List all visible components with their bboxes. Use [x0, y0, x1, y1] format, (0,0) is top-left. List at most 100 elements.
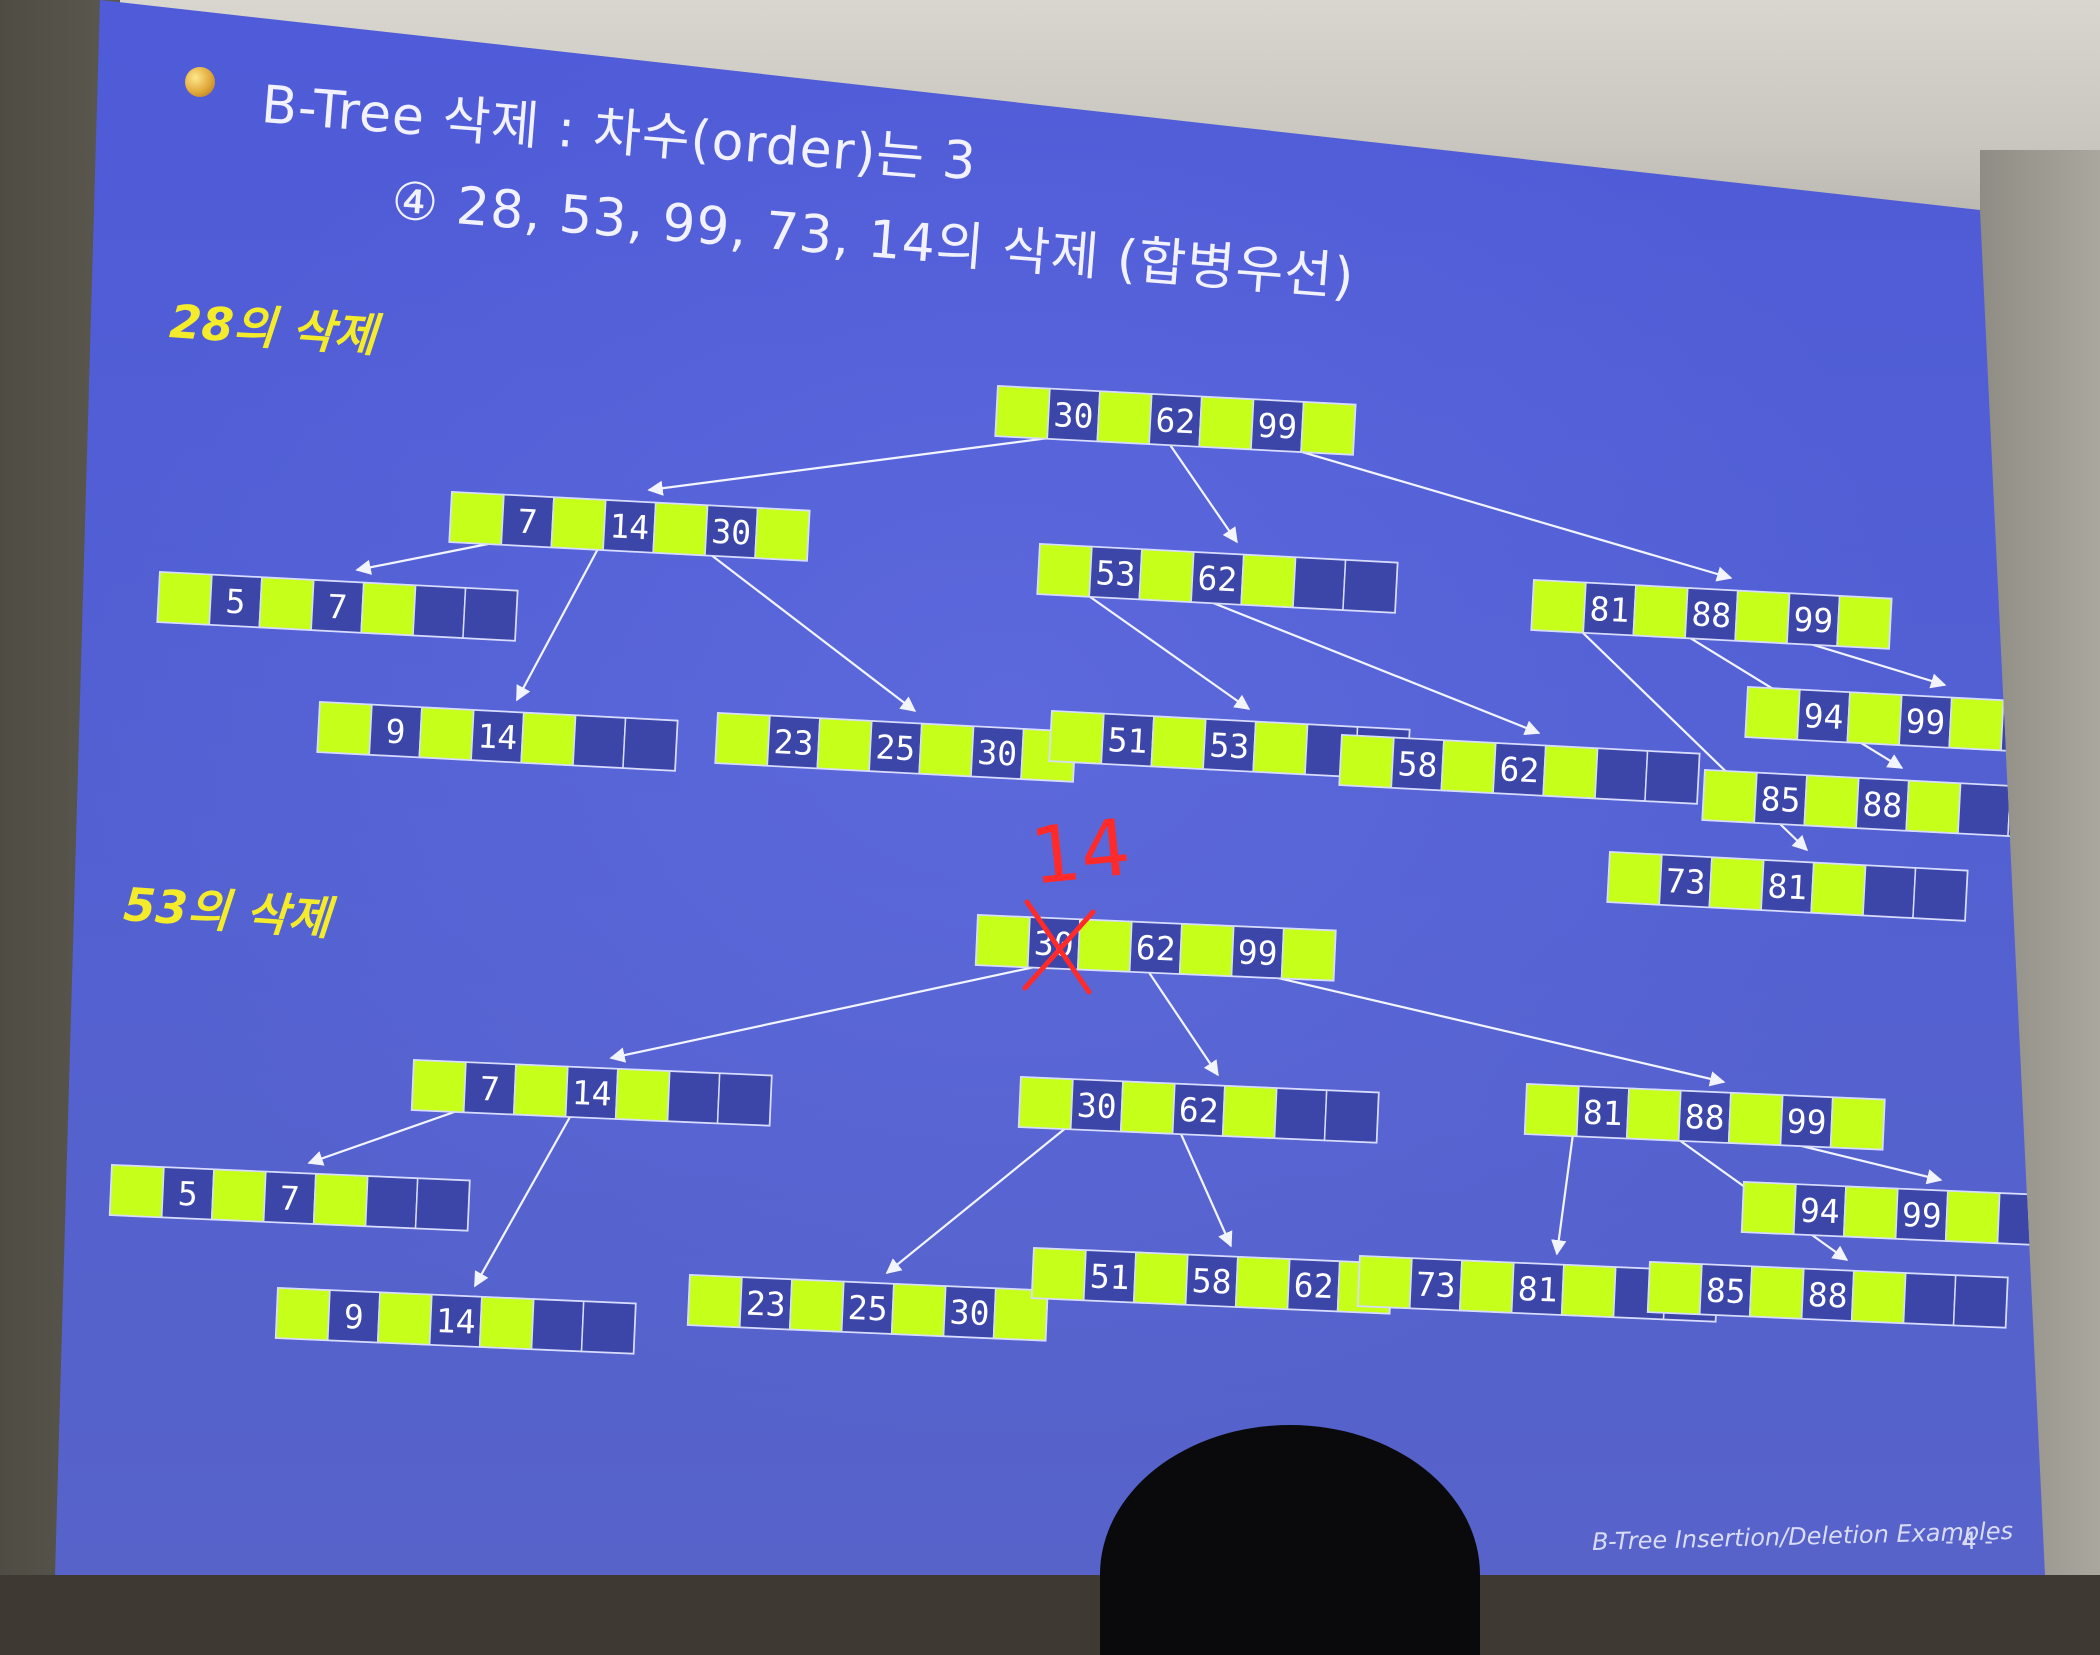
- diagram-2-node-n6: 23 25 30: [686, 1273, 1049, 1342]
- pointer-cell: [1625, 1087, 1682, 1142]
- pointer-cell: [1530, 579, 1587, 634]
- diagram-1-edge-root-n1: [647, 434, 1065, 496]
- diagram-2-node-n10-key-1: 99: [1901, 1195, 1942, 1236]
- pointer-cell: [411, 1059, 467, 1114]
- pointer-cell: [1178, 923, 1235, 977]
- empty-pointer-cell: [1644, 750, 1701, 805]
- diagram-1-edge-root-n2: [1165, 438, 1238, 544]
- pointer-cell: [258, 576, 315, 631]
- pointer-cell: [1850, 1270, 1907, 1324]
- diagram-2-node-root-key-1: 62: [1135, 928, 1176, 969]
- key-cell: [530, 1298, 585, 1353]
- key-cell: [572, 714, 627, 769]
- diagram-1-node-n2: 53 62: [1036, 542, 1399, 614]
- diagram-1-node-n5: 9 14: [316, 700, 679, 772]
- key-cell: [1862, 864, 1917, 919]
- diagram-1-node-n3: 81 88 99: [1530, 578, 1893, 650]
- projected-slide: B-Tree 삭제 : 차수(order)는 3 ④ 28, 53, 99, 7…: [55, 0, 2045, 1575]
- diagram-2-node-n3-key-0: 81: [1582, 1092, 1623, 1133]
- key-cell: [1594, 747, 1649, 802]
- pointer-cell: [1632, 584, 1689, 639]
- btree-diagrams: 30 62 997 14 3053 6281 88 995 79 14 23 25 30 51 53 58 62…: [108, 384, 2045, 1355]
- pointer-cell: [1138, 548, 1195, 603]
- pointer-cell: [448, 491, 505, 546]
- pointer-cell: [1727, 1092, 1784, 1146]
- diagram-2-edge-root-n1: [609, 963, 1045, 1063]
- pointer-cell: [1560, 1264, 1617, 1318]
- diagram-2-node-n9-key-0: 85: [1705, 1270, 1746, 1311]
- diagram-1-node-n4: 57: [156, 570, 519, 642]
- pointer-cell: [816, 717, 873, 772]
- diagram-1-node-root-key-0: 30: [1053, 395, 1095, 436]
- pointer-cell: [1031, 1247, 1087, 1302]
- pointer-cell: [1357, 1255, 1413, 1310]
- diagram-1-node-n3-key-1: 88: [1691, 594, 1733, 635]
- pointer-cell: [418, 706, 475, 761]
- empty-pointer-cell: [1323, 1089, 1380, 1144]
- diagram-1-node-n8-key-1: 62: [1499, 749, 1541, 790]
- diagram-1-node-n6: 23 25 30: [714, 711, 1077, 783]
- pointer-cell: [1829, 1096, 1886, 1151]
- diagram-1-node-root-key-1: 62: [1155, 400, 1197, 441]
- pointer-cell: [1076, 918, 1133, 973]
- diagram-2-node-n4: 57: [108, 1163, 471, 1232]
- pointer-cell: [1803, 774, 1860, 829]
- diagram-1-node-n10-key-0: 85: [1760, 779, 1802, 820]
- diagram-2-node-n3-key-1: 88: [1684, 1097, 1725, 1138]
- diagram-2-node-n5-key-1: 14: [435, 1301, 476, 1342]
- diagram-2-node-n5-key-0: 9: [343, 1297, 365, 1337]
- pointer-cell: [156, 571, 213, 626]
- diagram-2-node-n5: 9 14: [274, 1286, 637, 1355]
- diagram-2-node-n1: 7 14: [410, 1058, 773, 1127]
- pointer-cell: [1198, 395, 1255, 451]
- diagram-2-node-n7-key-0: 51: [1089, 1256, 1130, 1297]
- diagram-2-node-n3-key-2: 99: [1786, 1101, 1827, 1142]
- diagram-2-edge-root-n3: [1247, 969, 1726, 1087]
- diagram-2-node-root-key-2: 99: [1237, 932, 1278, 973]
- empty-pointer-cell: [462, 587, 519, 642]
- diagram-1-node-n9-key-0: 94: [1803, 696, 1845, 737]
- pointer-cell: [312, 1173, 369, 1227]
- key-cell: [1292, 556, 1347, 611]
- pointer-cell: [1280, 927, 1337, 982]
- key-cell: [1273, 1087, 1328, 1142]
- pointer-cell: [1842, 1185, 1899, 1240]
- diagram-1-node-n3-key-0: 81: [1589, 589, 1631, 630]
- empty-pointer-cell: [1952, 1274, 2009, 1329]
- page-number: - 4 -: [1945, 1527, 1993, 1555]
- pointer-cell: [714, 712, 771, 767]
- empty-pointer-cell: [414, 1177, 471, 1232]
- diagram-2-node-n6-key-2: 30: [949, 1292, 990, 1333]
- diagram-1-node-n1-key-1: 14: [609, 506, 651, 547]
- diagram-1-node-n3-key-2: 99: [1792, 600, 1834, 641]
- diagram-1-node-n9-key-1: 99: [1905, 701, 1947, 742]
- diagram-2-node-n4-key-0: 5: [177, 1174, 199, 1214]
- diagram-2-node-n6-key-1: 25: [847, 1288, 888, 1329]
- pointer-cell: [1944, 1190, 2001, 1244]
- diagram-1-node-n6-key-1: 25: [875, 727, 917, 768]
- diagram-1-edge-n1-n6: [701, 547, 917, 712]
- pointer-cell: [788, 1278, 845, 1333]
- diagram-2-node-n7-key-1: 58: [1191, 1261, 1232, 1302]
- empty-pointer-cell: [622, 717, 679, 772]
- diagram-1-node-root: 30 62 99: [994, 384, 1357, 456]
- diagram-1-node-n7-key-0: 51: [1107, 720, 1149, 761]
- diagram-2-node-n4-key-1: 7: [279, 1178, 301, 1218]
- pointer-cell: [1440, 739, 1497, 794]
- diagram-2-node-root: 306299: [974, 913, 1337, 982]
- empty-pointer-cell: [580, 1300, 637, 1355]
- diagram-2-node-n2: 30 62: [1017, 1075, 1380, 1144]
- pointer-cell: [109, 1164, 165, 1219]
- pointer-cell: [550, 496, 607, 551]
- pointer-cell: [1734, 589, 1791, 645]
- pointer-cell: [1741, 1181, 1797, 1236]
- pointer-cell: [1810, 861, 1867, 917]
- diagram-1-node-n2-key-1: 62: [1197, 558, 1239, 599]
- diagram-2-edge-n3-n8: [1551, 1133, 1575, 1256]
- pointer-cell: [975, 914, 1031, 969]
- pointer-cell: [1905, 779, 1962, 835]
- diagram-2-edge-n2-n7: [1178, 1129, 1233, 1248]
- diagram-2-edge-n1-n4: [307, 1108, 461, 1166]
- diagram-1-node-n5-key-0: 9: [385, 712, 407, 752]
- diagram-1-node-n1: 7 14 30: [448, 490, 811, 562]
